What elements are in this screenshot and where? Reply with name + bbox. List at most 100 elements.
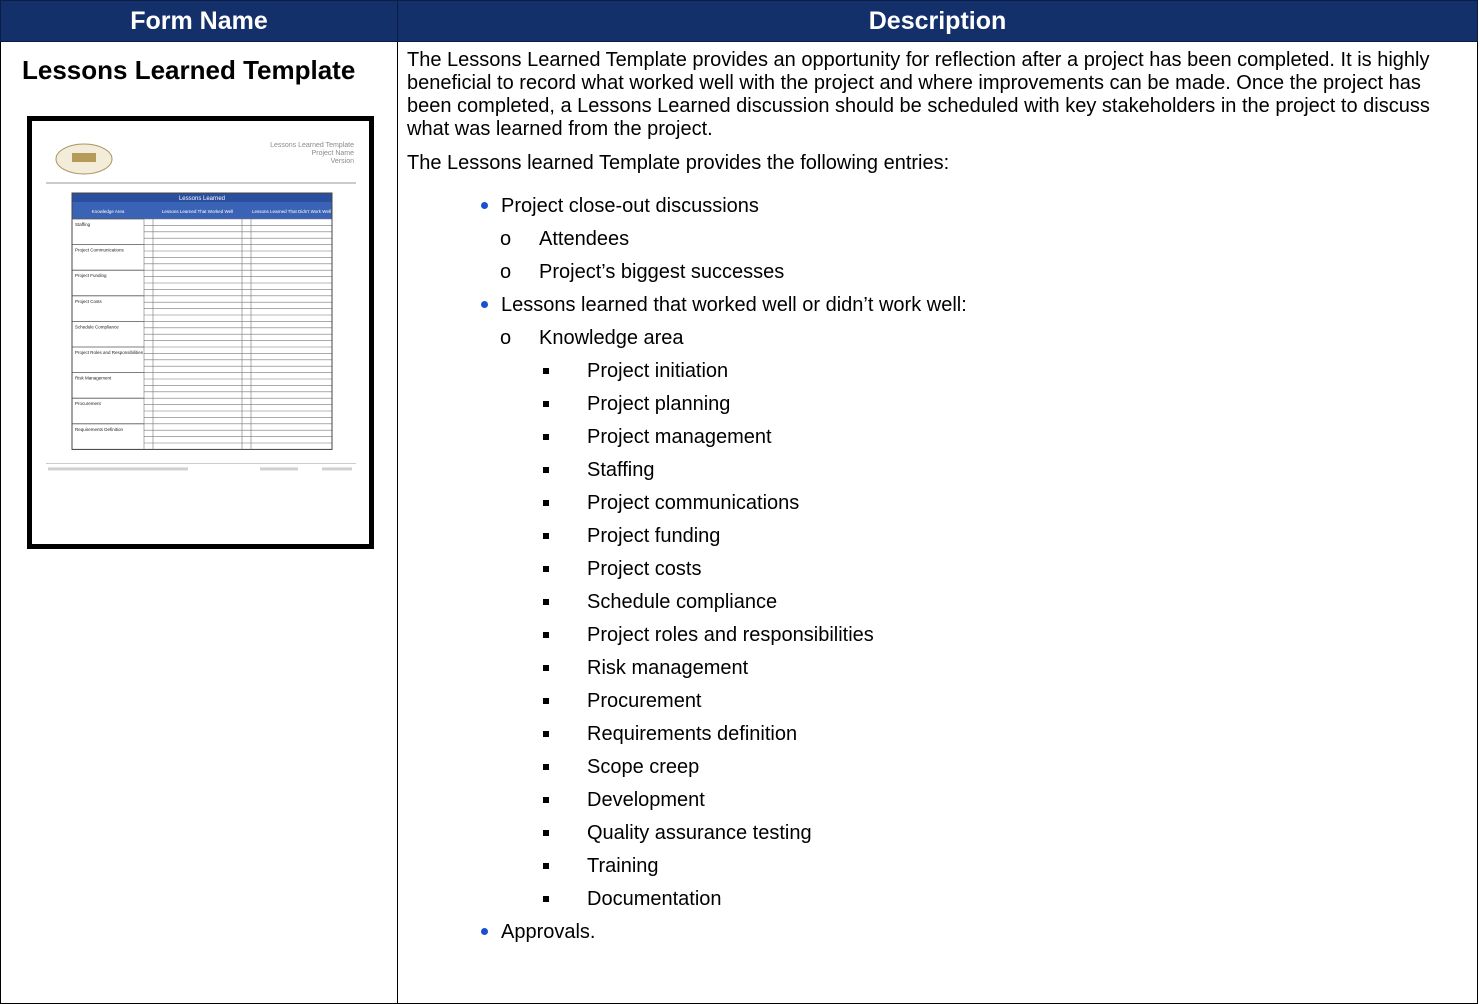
sub-entry-label: Attendees: [539, 228, 630, 250]
thumb-col-header: Lessons Learned That Didn't Work Well: [252, 209, 331, 214]
square-bullet-icon: [543, 632, 549, 638]
knowledge-area-label: Procurement: [587, 690, 702, 712]
sub-entry-label: Knowledge area: [539, 327, 684, 349]
knowledge-area-label: Schedule compliance: [587, 591, 778, 613]
thumbnail-image: Lessons Learned TemplateProject NameVers…: [46, 142, 356, 471]
knowledge-area-label: Documentation: [587, 888, 722, 910]
knowledge-area-item: Project planning: [539, 388, 1467, 421]
square-bullet-icon: [543, 434, 549, 440]
thumb-footer-text: [260, 467, 298, 471]
square-bullet-icon: [543, 698, 549, 704]
entry-label: Lessons learned that worked well or didn…: [501, 294, 967, 316]
thumb-header-line: Project Name: [312, 150, 355, 157]
square-bullet-icon: [543, 500, 549, 506]
thumb-area-label: Project Communications: [75, 248, 125, 253]
knowledge-area-label: Project planning: [587, 393, 731, 415]
knowledge-area-item: Project management: [539, 421, 1467, 454]
knowledge-area-item: Documentation: [539, 883, 1467, 916]
entry-label: Approvals.: [501, 921, 596, 943]
knowledge-area-label: Scope creep: [587, 756, 700, 778]
knowledge-area-label: Staffing: [587, 459, 655, 481]
thumb-area-label: Requirements Definition: [75, 427, 124, 432]
sub-entry-item: o Knowledge area Project initiation Project…: [500, 322, 1467, 916]
table-header-row: Form Name Description: [0, 0, 1478, 42]
knowledge-area-label: Risk management: [587, 657, 749, 679]
thumb-area-label: Schedule Compliance: [75, 324, 119, 329]
thumb-area-label: Project Costs: [75, 299, 103, 304]
knowledge-area-label: Project communications: [587, 492, 800, 514]
knowledge-area-label: Project management: [587, 426, 772, 448]
knowledge-area-label: Requirements definition: [587, 723, 798, 745]
thumb-header-line: Version: [331, 158, 354, 165]
thumb-header-line: Lessons Learned Template: [270, 142, 354, 149]
square-bullet-icon: [543, 533, 549, 539]
thumb-table-title: Lessons Learned: [179, 196, 225, 202]
square-bullet-icon: [543, 599, 549, 605]
knowledge-area-item: Training: [539, 850, 1467, 883]
header-form-name: Form Name: [0, 0, 398, 42]
bullet-dot-icon: [481, 928, 488, 935]
sub-entry-label: Project’s biggest successes: [539, 261, 785, 283]
square-bullet-icon: [543, 368, 549, 374]
knowledge-area-item: Project initiation: [539, 355, 1467, 388]
knowledge-area-item: Project costs: [539, 553, 1467, 586]
circle-bullet-icon: o: [500, 228, 512, 250]
thumb-col-header: Knowledge Area: [92, 209, 125, 214]
table-row: Lessons Learned Template Lessons Learned…: [0, 41, 1478, 1004]
knowledge-area-label: Development: [587, 789, 705, 811]
thumb-footer-text: [48, 467, 188, 471]
square-bullet-icon: [543, 665, 549, 671]
knowledge-area-item: Schedule compliance: [539, 586, 1467, 619]
circle-bullet-icon: o: [500, 261, 512, 283]
entry-label: Project close-out discussions: [501, 195, 759, 217]
knowledge-area-label: Training: [587, 855, 659, 877]
knowledge-area-label: Project costs: [587, 558, 702, 580]
square-bullet-icon: [543, 797, 549, 803]
knowledge-area-item: Risk management: [539, 652, 1467, 685]
thumb-area-label: Risk Management: [75, 376, 112, 381]
knowledge-area-label: Quality assurance testing: [587, 822, 812, 844]
square-bullet-icon: [543, 896, 549, 902]
knowledge-area-item: Staffing: [539, 454, 1467, 487]
sub-entry-item: o Attendees: [500, 223, 1467, 256]
header-description: Description: [397, 0, 1478, 42]
square-bullet-icon: [543, 467, 549, 473]
entries-intro: The Lessons learned Template provides th…: [407, 152, 950, 174]
thumb-area-label: Project Roles and Responsibilities: [75, 350, 144, 355]
knowledge-area-item: Project roles and responsibilities: [539, 619, 1467, 652]
sub-entry-item: o Project’s biggest successes: [500, 256, 1467, 289]
circle-bullet-icon: o: [500, 327, 512, 349]
seal-logo-building: [72, 153, 96, 162]
knowledge-area-item: Project funding: [539, 520, 1467, 553]
entry-item: Approvals.: [407, 916, 1467, 949]
knowledge-area-item: Quality assurance testing: [539, 817, 1467, 850]
square-bullet-icon: [543, 863, 549, 869]
square-bullet-icon: [543, 764, 549, 770]
thumb-area-label: Project Funding: [75, 273, 107, 278]
forms-table: Form Name Description Lessons Learned Te…: [0, 0, 1478, 1004]
square-bullet-icon: [543, 401, 549, 407]
knowledge-area-item: Procurement: [539, 685, 1467, 718]
entries-list: Project close-out discussions o Attendees o…: [407, 190, 1467, 949]
thumb-area-label: Staffing: [75, 222, 91, 227]
square-bullet-icon: [543, 830, 549, 836]
form-name-cell: Lessons Learned Template Lessons Learned…: [0, 41, 398, 1004]
knowledge-area-label: Project funding: [587, 525, 721, 547]
knowledge-area-item: Requirements definition: [539, 718, 1467, 751]
knowledge-area-item: Project communications: [539, 487, 1467, 520]
bullet-dot-icon: [481, 301, 488, 308]
description-cell: The Lessons Learned Template provides an…: [397, 41, 1478, 1004]
thumb-area-label: Procurement: [75, 401, 102, 406]
entry-item: Project close-out discussions o Attendees o…: [407, 190, 1467, 289]
template-thumbnail: Lessons Learned Template Project Name Vers…: [27, 116, 374, 549]
form-title: Lessons Learned Template: [22, 55, 356, 85]
description-intro: The Lessons Learned Template provides an…: [407, 49, 1430, 140]
knowledge-area-item: Scope creep: [539, 751, 1467, 784]
thumb-col-header: Lessons Learned That Worked Well: [162, 209, 233, 214]
square-bullet-icon: [543, 566, 549, 572]
square-bullet-icon: [543, 731, 549, 737]
bullet-dot-icon: [481, 202, 488, 209]
knowledge-area-item: Development: [539, 784, 1467, 817]
knowledge-area-label: Project initiation: [587, 360, 729, 382]
knowledge-area-label: Project roles and responsibilities: [587, 624, 874, 646]
